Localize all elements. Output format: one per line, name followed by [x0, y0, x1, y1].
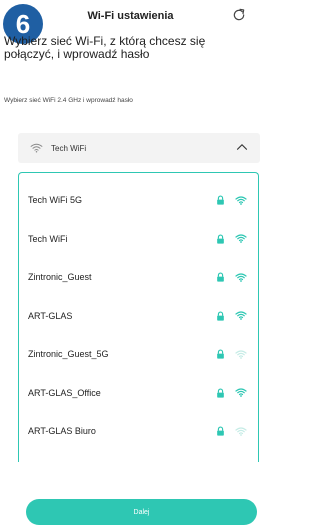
network-row[interactable]: Zintronic_Guest_5G — [19, 335, 258, 374]
network-name: Zintronic_Guest_5G — [28, 349, 109, 360]
lock-icon — [217, 234, 224, 244]
network-row[interactable]: Zintronic_Guest — [19, 258, 258, 297]
network-name: Tech WiFi 5G — [28, 195, 83, 206]
lock-icon — [217, 426, 224, 436]
wifi-signal-icon — [235, 196, 247, 205]
wifi-signal-icon — [235, 311, 247, 321]
lock-icon — [217, 272, 224, 282]
network-name: Zintronic_Guest — [28, 272, 92, 283]
network-name: Tech WiFi — [28, 233, 68, 244]
network-name: ART-GLAS Biuro — [28, 426, 96, 437]
wifi-signal-icon — [235, 388, 247, 398]
selected-network-dropdown[interactable]: Tech WiFi — [18, 133, 260, 163]
network-row[interactable]: ART-GLAS — [19, 297, 258, 336]
next-button-label: Dalej — [133, 508, 150, 516]
wifi-signal-icon — [235, 234, 247, 244]
network-row[interactable]: zintronic — [19, 451, 258, 463]
lock-icon — [217, 195, 224, 205]
network-row[interactable]: Tech WiFi — [19, 220, 258, 259]
lock-icon — [217, 349, 224, 359]
wifi-signal-icon — [235, 273, 247, 282]
network-row[interactable]: ART-GLAS_Office — [19, 374, 258, 413]
network-row[interactable]: Tech WiFi 5G — [19, 181, 258, 220]
wifi-icon — [30, 143, 43, 153]
network-name: ART-GLAS_Office — [28, 387, 101, 398]
instruction-headline: Wybierz sieć Wi-Fi, z którą chcesz się p… — [4, 34, 206, 61]
lock-icon — [217, 311, 224, 321]
next-button[interactable]: Dalej — [26, 499, 257, 525]
page-title: Wi-Fi ustawienia — [87, 10, 174, 22]
refresh-icon[interactable] — [231, 7, 247, 23]
network-list[interactable]: Tech WiFi 5G Tech WiFi Zintronic_Guest ART-… — [18, 172, 259, 462]
selected-network-label: Tech WiFi — [51, 143, 87, 153]
wifi-signal-icon — [235, 350, 247, 359]
wifi-signal-icon — [235, 427, 247, 436]
network-row[interactable]: ART-GLAS Biuro — [19, 412, 258, 451]
lock-icon — [217, 388, 224, 398]
chevron-up-icon[interactable] — [236, 143, 248, 151]
network-name: ART-GLAS — [28, 310, 73, 321]
instruction-subline: Wybierz sieć WiFi 2.4 GHz i wprowadź has… — [4, 97, 133, 104]
